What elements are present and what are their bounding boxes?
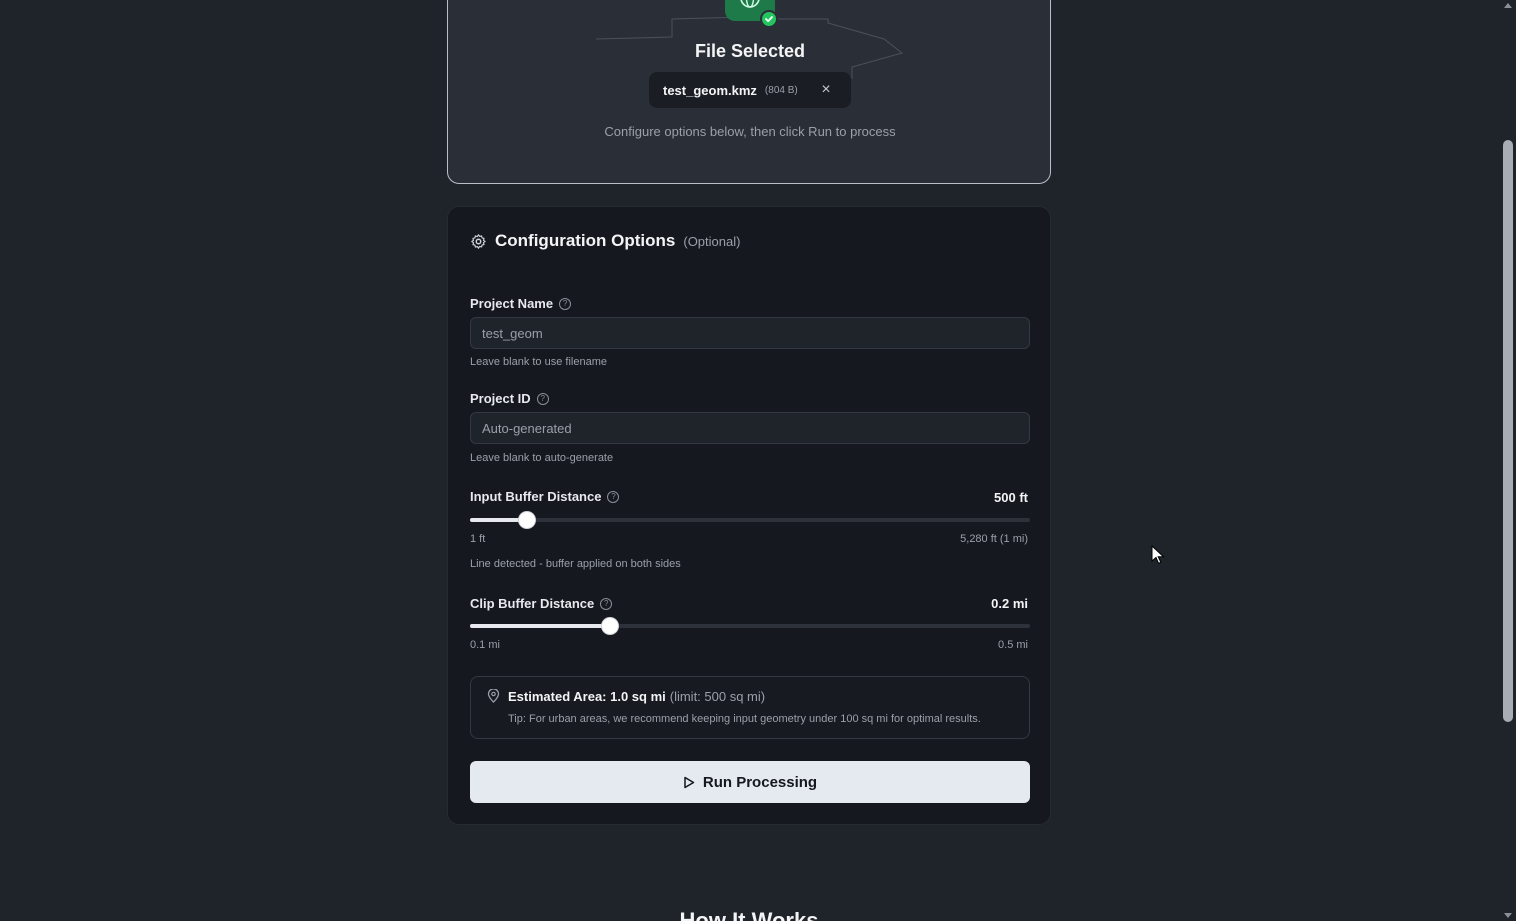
clip-buffer-min: 0.1 mi <box>470 639 500 651</box>
input-buffer-max: 5,280 ft (1 mi) <box>960 533 1028 545</box>
estimated-area-line: Estimated Area: 1.0 sq mi (limit: 500 sq … <box>508 689 765 704</box>
config-title: Configuration Options <box>495 231 676 250</box>
scrollbar-thumb[interactable] <box>1503 140 1513 722</box>
project-name-help: Leave blank to use filename <box>470 356 607 368</box>
input-buffer-slider[interactable] <box>470 512 1030 528</box>
input-buffer-min: 1 ft <box>470 533 486 545</box>
estimated-area: Estimated Area: 1.0 sq mi <box>508 689 666 704</box>
area-limit: (limit: 500 sq mi) <box>669 689 766 704</box>
map-pin-icon <box>487 689 500 703</box>
project-id-label-text: Project ID <box>470 391 531 406</box>
project-name-label: Project Name ? <box>470 296 572 311</box>
slider-thumb[interactable] <box>519 512 536 528</box>
project-id-input[interactable] <box>470 412 1030 444</box>
optional-tag: (Optional) <box>683 233 741 249</box>
input-buffer-help: Line detected - buffer applied on both s… <box>470 558 681 570</box>
close-icon[interactable]: × <box>819 82 833 98</box>
file-size: (804 B) <box>764 84 798 96</box>
gear-icon <box>471 233 486 249</box>
file-name: test_geom.kmz <box>663 82 757 98</box>
upload-hint: Configure options below, then click Run … <box>604 124 896 139</box>
clip-buffer-value: 0.2 mi <box>991 596 1028 611</box>
run-processing-button[interactable]: Run Processing <box>470 761 1030 803</box>
globe-icon <box>740 0 760 8</box>
help-icon[interactable]: ? <box>536 392 549 405</box>
play-icon <box>684 776 695 788</box>
project-id-label: Project ID ? <box>470 391 549 406</box>
project-id-help: Leave blank to auto-generate <box>470 452 614 464</box>
help-icon[interactable]: ? <box>600 597 613 610</box>
section-heading: How It Works <box>679 908 819 921</box>
config-header: Configuration Options (Optional) <box>470 231 740 251</box>
project-name-label-text: Project Name <box>470 296 554 311</box>
input-buffer-value: 500 ft <box>994 490 1028 505</box>
configuration-card: Configuration Options (Optional) Project… <box>447 206 1051 825</box>
file-upload-card: File Selected test_geom.kmz (804 B) × Co… <box>447 0 1051 184</box>
help-icon[interactable]: ? <box>607 490 620 503</box>
slider-thumb[interactable] <box>602 618 618 634</box>
help-icon[interactable]: ? <box>559 297 572 310</box>
estimated-area-box: Estimated Area: 1.0 sq mi (limit: 500 sq … <box>470 676 1030 739</box>
project-name-input[interactable] <box>470 317 1030 349</box>
clip-buffer-max: 0.5 mi <box>998 639 1028 651</box>
estimate-tip: Tip: For urban areas, we recommend keepi… <box>508 713 981 725</box>
input-buffer-label: Input Buffer Distance ? <box>470 489 620 504</box>
check-icon <box>760 10 778 28</box>
clip-buffer-slider[interactable] <box>470 618 1030 634</box>
slider-fill <box>470 624 610 628</box>
scroll-up-icon[interactable] <box>1504 3 1512 8</box>
page-scrollbar[interactable] <box>1500 0 1516 921</box>
scroll-down-icon[interactable] <box>1504 913 1512 918</box>
clip-buffer-label-text: Clip Buffer Distance <box>470 596 595 611</box>
selected-file-chip: test_geom.kmz (804 B) × <box>649 72 851 108</box>
clip-buffer-label: Clip Buffer Distance ? <box>470 596 613 611</box>
input-buffer-label-text: Input Buffer Distance <box>470 489 602 504</box>
file-selected-title: File Selected <box>694 41 806 61</box>
mouse-cursor-icon <box>1151 545 1165 564</box>
run-processing-label: Run Processing <box>702 773 818 791</box>
